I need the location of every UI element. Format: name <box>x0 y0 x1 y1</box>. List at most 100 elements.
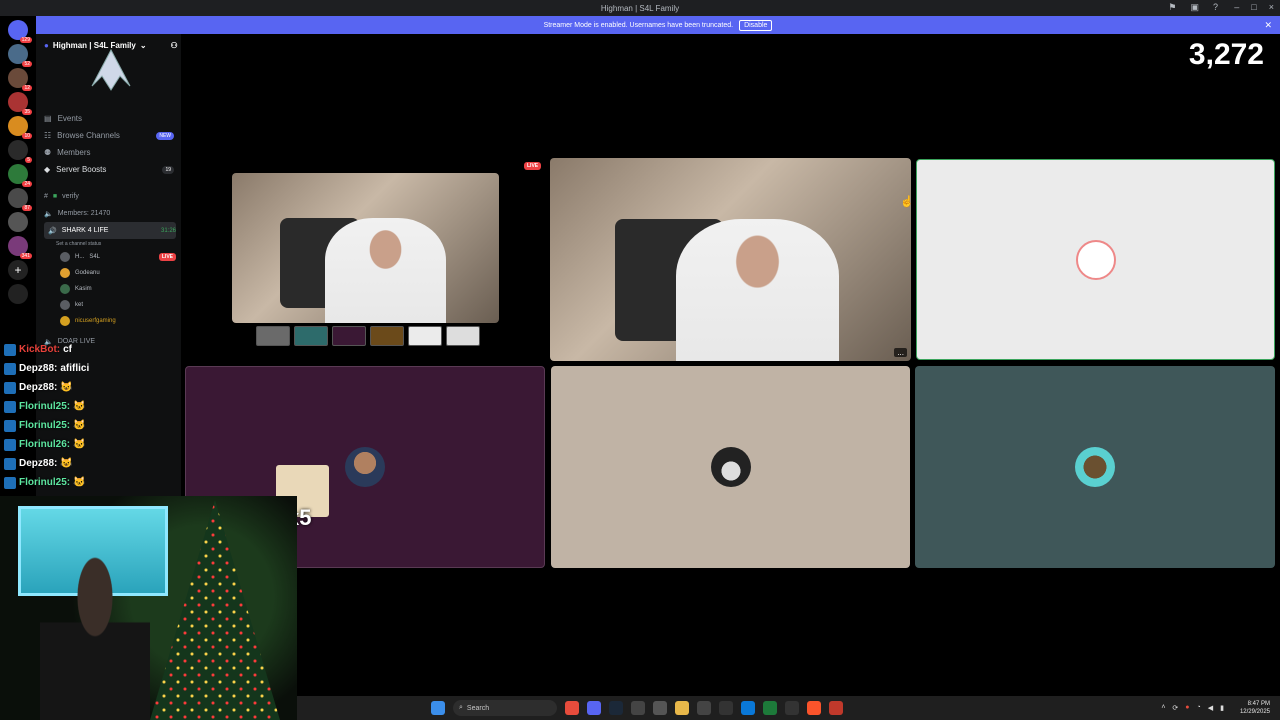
banner-close-icon[interactable]: ✕ <box>1264 20 1272 31</box>
badge-icon <box>4 362 16 375</box>
voice-timer: 31:26 <box>160 227 176 234</box>
disable-button[interactable]: Disable <box>739 19 773 31</box>
folder-icon[interactable] <box>675 701 689 715</box>
app-icon[interactable] <box>785 701 799 715</box>
app-icon[interactable] <box>719 701 733 715</box>
boost-icon: ◆ <box>44 165 51 174</box>
thumbnail[interactable] <box>408 326 442 346</box>
server-icon[interactable]: 52 <box>8 44 32 67</box>
power-icon[interactable]: ▮ <box>1220 704 1224 712</box>
discord-icon[interactable] <box>587 701 601 715</box>
voice-users: H... S4L LIVE Godeanu Kasim ket nicuserfga… <box>44 249 176 329</box>
members-item[interactable]: ⚉ Members <box>44 144 174 161</box>
events-item[interactable]: ▤ Events <box>44 110 174 127</box>
thumbnail[interactable] <box>256 326 290 346</box>
chat-overlay: KickBot: cf Depz88: afiflici Depz88: 😺 Flor… <box>4 340 184 492</box>
start-icon[interactable] <box>431 701 445 715</box>
steam-icon[interactable] <box>609 701 623 715</box>
wifi-icon[interactable]: ◔ <box>1197 704 1201 712</box>
excel-icon[interactable] <box>763 701 777 715</box>
home-icon[interactable]: 129 <box>8 20 32 43</box>
app-icon[interactable] <box>631 701 645 715</box>
app-icon[interactable] <box>829 701 843 715</box>
server-icon[interactable]: 24 <box>8 164 32 187</box>
add-server-icon[interactable]: + <box>8 260 28 280</box>
thumbnail[interactable] <box>370 326 404 346</box>
server-boosts-item[interactable]: ◆ Server Boosts 19 <box>44 161 174 178</box>
participant-tile[interactable] <box>916 159 1275 360</box>
voice-user[interactable]: Kasim <box>44 281 176 297</box>
speaker-icon: 🔊 <box>48 227 57 235</box>
emote-icon: 😺 <box>60 458 73 469</box>
badge-icon <box>4 343 16 356</box>
voice-user[interactable]: H... S4L LIVE <box>44 249 176 265</box>
window-titlebar: Highman | S4L Family ⚑ ▣ ? – □ × <box>0 0 1280 16</box>
browse-channels-item[interactable]: ☷ Browse Channels NEW <box>44 127 174 144</box>
check-icon: ■ <box>52 193 58 200</box>
chat-message: Depz88: 😺 <box>4 454 184 473</box>
add-member-icon[interactable]: ⚇ <box>171 41 178 50</box>
live-badge: LIVE <box>158 253 176 261</box>
server-icon[interactable] <box>8 212 28 232</box>
clock[interactable]: 8:47 PM 12/29/2025 <box>1240 700 1270 716</box>
sync-icon[interactable]: ⟳ <box>1172 704 1178 712</box>
inbox-icon[interactable]: ▣ <box>1190 2 1199 13</box>
chevron-up-icon[interactable]: ˄ <box>1161 704 1165 712</box>
app-icon[interactable] <box>741 701 755 715</box>
channel-verify[interactable]: # ■ verify <box>44 188 176 205</box>
minimize-icon[interactable]: – <box>1234 2 1239 12</box>
viewer-counter: 3,272 <box>1188 38 1264 71</box>
server-icon[interactable]: 341 <box>8 236 32 259</box>
thumbnail[interactable] <box>446 326 480 346</box>
brave-icon[interactable] <box>807 701 821 715</box>
maximize-icon[interactable]: □ <box>1251 2 1256 12</box>
badge-icon <box>4 476 16 489</box>
mic-icon[interactable]: ● <box>1185 704 1189 712</box>
titlebar-tools: ⚑ ▣ ? <box>1168 2 1218 13</box>
server-icon[interactable]: 5 <box>8 140 32 163</box>
server-icon[interactable]: 87 <box>8 188 32 211</box>
channel-members-count[interactable]: 🔈 Members: 21470 <box>44 205 176 222</box>
search-icon: ⌕ <box>459 704 463 711</box>
channel-status[interactable]: Set a channel status <box>44 239 176 249</box>
app-icon[interactable] <box>653 701 667 715</box>
stream-preview[interactable] <box>232 173 499 323</box>
participant-tile[interactable] <box>551 366 910 568</box>
voice-channel-shark[interactable]: 🔊 SHARK 4 LIFE 31:26 <box>44 222 176 239</box>
server-icon[interactable]: 35 <box>8 92 32 115</box>
badge-icon <box>4 438 16 451</box>
streamer-figure <box>40 556 150 720</box>
chrome-icon[interactable] <box>565 701 579 715</box>
app-icon[interactable] <box>697 701 711 715</box>
speaker-icon: 🔈 <box>44 210 53 218</box>
taskbar: ⌕ Search ˄ ⟳ ● ◔ ◀ ▮ 8:47 PM 12/29/2025 <box>297 696 1280 720</box>
server-icon[interactable]: 12 <box>8 68 32 91</box>
voice-user[interactable]: nicuserfgaming <box>44 313 176 329</box>
avatar <box>60 316 70 326</box>
main-video-tile[interactable]: ... <box>550 158 911 361</box>
voice-user[interactable]: ket <box>44 297 176 313</box>
help-icon[interactable]: ? <box>1213 2 1218 13</box>
thumbnail[interactable] <box>332 326 366 346</box>
chat-message: KickBot: cf <box>4 340 184 359</box>
members-icon: ⚉ <box>44 148 52 157</box>
thumbnail[interactable] <box>294 326 328 346</box>
discover-icon[interactable] <box>8 284 28 304</box>
flag-icon[interactable]: ⚑ <box>1168 2 1176 13</box>
system-tray: ˄ ⟳ ● ◔ ◀ ▮ <box>1161 704 1224 712</box>
banner-text: Streamer Mode is enabled. Usernames have… <box>543 21 734 29</box>
taskbar-search[interactable]: ⌕ Search <box>453 700 557 716</box>
badge-icon <box>4 419 16 432</box>
participant-avatar <box>1075 239 1116 280</box>
chat-message: Depz88: afiflici <box>4 359 184 378</box>
participant-tile[interactable] <box>915 366 1275 568</box>
chat-message: Florinul25: 🐱 <box>4 473 184 492</box>
volume-icon[interactable]: ◀ <box>1208 704 1213 712</box>
server-icon[interactable]: 10 <box>8 116 32 139</box>
close-icon[interactable]: × <box>1269 2 1274 12</box>
more-options-button[interactable]: ... <box>894 348 907 357</box>
streamer-mode-banner: Streamer Mode is enabled. Usernames have… <box>36 16 1280 34</box>
emote-icon: 🐱 <box>73 401 86 412</box>
chat-message: Depz88: 😺 <box>4 378 184 397</box>
voice-user[interactable]: Godeanu <box>44 265 176 281</box>
